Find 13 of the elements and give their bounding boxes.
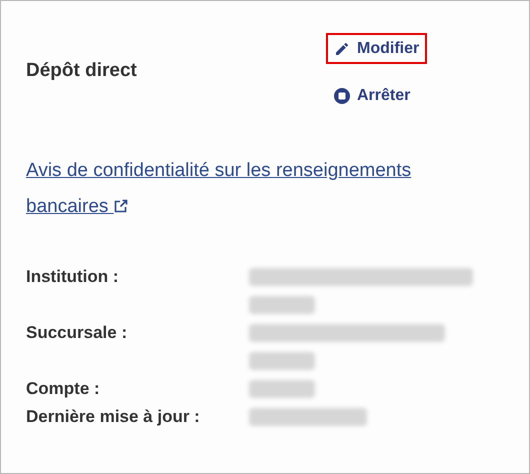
field-label: Compte : <box>26 378 101 400</box>
privacy-link[interactable]: Avis de confidentialité sur les renseignements bancaires <box>26 153 489 225</box>
stop-button[interactable]: Arrêter <box>326 80 428 111</box>
field-label: Dernière mise à jour : <box>26 406 201 428</box>
edit-button[interactable]: Modifier <box>326 33 428 64</box>
pencil-icon <box>334 40 350 56</box>
redacted-value <box>249 380 315 398</box>
section-title: Dépôt direct <box>26 59 138 83</box>
redacted-value <box>249 296 315 314</box>
field-label: Succursale : <box>26 322 128 344</box>
stop-icon <box>334 88 350 104</box>
redacted-value <box>249 352 315 370</box>
field-label: Institution : <box>26 266 120 288</box>
